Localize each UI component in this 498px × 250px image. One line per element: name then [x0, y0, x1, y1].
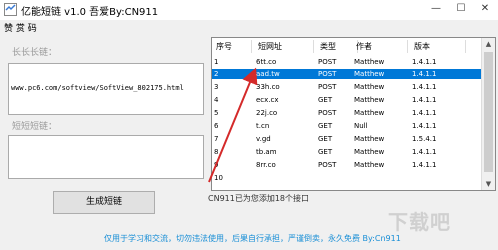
annotation-arrow-icon [208, 67, 258, 183]
